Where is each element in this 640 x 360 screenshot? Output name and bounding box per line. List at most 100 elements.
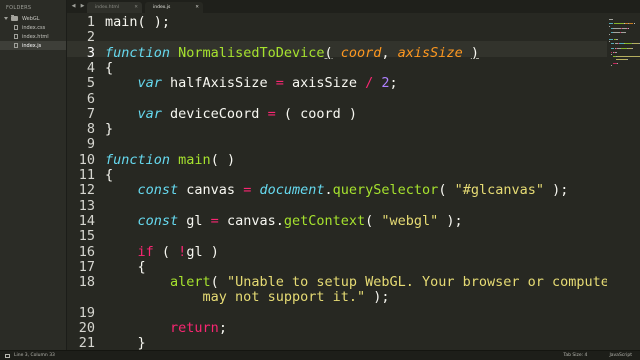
code-token: NormalisedToDevice <box>178 44 325 61</box>
code-line[interactable]: { <box>105 259 146 275</box>
tab-label: index.js <box>153 5 171 10</box>
tab-index-html[interactable]: index.html ✕ <box>87 2 142 13</box>
line-number: 16 <box>78 243 95 260</box>
minimap-token <box>609 38 614 40</box>
code-line[interactable]: may not support it." ); <box>105 289 390 305</box>
code-line[interactable]: alert( "Unable to setup WebGL. Your brow… <box>105 274 607 290</box>
code-line[interactable]: const canvas = document.querySelector( "… <box>105 182 569 199</box>
line-number: 11 <box>78 167 95 183</box>
file-label: index.css <box>22 24 46 31</box>
code-token: halfAxisSize <box>161 75 276 92</box>
tab-index-js[interactable]: index.js ✕ <box>145 2 203 13</box>
chevron-down-icon[interactable] <box>4 17 8 20</box>
code-line[interactable]: } <box>105 121 113 137</box>
line-number: 19 <box>78 304 95 321</box>
code-editor[interactable]: 1 2 3 4 5 6 7 8 9 10 11 12 13 14 15 16 17 18 19 20 21 main( … <box>67 13 607 350</box>
chevron-right-icon[interactable]: ▶ <box>79 2 86 10</box>
code-token: gl ) <box>186 243 219 260</box>
line-number: 15 <box>78 228 95 245</box>
code-token: gl <box>178 212 211 229</box>
code-token: var <box>137 105 162 122</box>
minimap-token <box>609 23 614 25</box>
minimap-token <box>613 27 621 29</box>
code-token: "Unable to setup WebGL. Your browser or … <box>226 274 607 291</box>
folder-icon <box>11 15 18 21</box>
code-token: alert <box>170 274 211 291</box>
code-line[interactable]: function NormalisedToDevice( coord, axis… <box>105 45 479 61</box>
code-line[interactable]: function main( ) <box>105 152 235 168</box>
code-line[interactable]: const gl = canvas.getContext( "webgl" ); <box>105 213 463 229</box>
tab-nav: ◀ ▶ <box>70 2 86 10</box>
code-line[interactable]: } <box>105 335 146 350</box>
line-number: 6 <box>86 90 95 107</box>
code-token: function <box>105 151 171 168</box>
code-token: axisSize <box>283 75 366 92</box>
file-icon <box>14 25 18 30</box>
minimap-token <box>609 41 610 42</box>
code-line[interactable]: { <box>105 60 113 76</box>
line-number: 17 <box>78 258 95 275</box>
code-token: if <box>137 243 154 260</box>
code-token: , <box>381 44 398 61</box>
code-token: "#glcanvas" <box>454 182 544 199</box>
minimap-token <box>624 43 632 45</box>
code-token: { <box>105 59 114 76</box>
minimap-token <box>627 58 629 60</box>
code-token: ( <box>324 44 333 61</box>
minimap-token <box>633 23 635 25</box>
line-number: 18 <box>78 274 95 291</box>
tab-bar: ◀ ▶ index.html ✕ index.js ✕ <box>67 0 640 13</box>
syntax-mode[interactable]: JavaScript <box>609 353 632 358</box>
code-line[interactable]: if ( !gl ) <box>105 244 219 260</box>
minimap-token <box>609 34 610 36</box>
code-line[interactable]: return; <box>105 320 227 336</box>
code-token: ( <box>153 243 179 260</box>
tab-size[interactable]: Tab Size: 4 <box>563 353 587 358</box>
file-icon <box>14 34 18 39</box>
code-token: ( <box>438 182 455 199</box>
code-token: ); <box>438 212 463 229</box>
sidebar: FOLDERS WebGL index.css index.html index… <box>0 0 67 350</box>
line-number: 2 <box>86 29 95 46</box>
sidebar-file-index-css[interactable]: index.css <box>0 23 66 32</box>
code-token: ); <box>365 289 390 306</box>
code-token: { <box>105 167 114 183</box>
code-line[interactable]: { <box>105 167 113 183</box>
panel-toggle-icon[interactable] <box>5 353 10 358</box>
sidebar-file-index-html[interactable]: index.html <box>0 32 66 41</box>
code-token: ) <box>470 44 479 61</box>
minimap-token <box>609 19 614 20</box>
line-number: 3 <box>86 44 95 61</box>
code-token: var <box>137 75 162 92</box>
minimap-token <box>627 47 632 49</box>
sidebar-file-index-js[interactable]: index.js <box>0 41 66 50</box>
close-icon[interactable]: ✕ <box>195 5 199 10</box>
folder-webgl[interactable]: WebGL <box>0 14 66 23</box>
line-number: 13 <box>78 197 95 214</box>
minimap[interactable] <box>607 13 640 350</box>
code-token: getContext <box>283 212 366 229</box>
code-area[interactable]: main( ); function NormalisedToDevice( coo… <box>105 13 607 350</box>
code-line[interactable]: var deviceCoord = ( coord ) <box>105 106 357 122</box>
code-line[interactable]: main( ); <box>105 14 170 30</box>
code-token: ; <box>389 75 398 92</box>
minimap-token <box>614 52 617 53</box>
code-token: deviceCoord <box>161 105 268 122</box>
code-token: function <box>105 44 171 61</box>
close-icon[interactable]: ✕ <box>134 5 138 10</box>
minimap-token <box>628 27 629 29</box>
code-token: querySelector <box>332 182 439 199</box>
code-token: } <box>105 335 146 350</box>
tab-label: index.html <box>95 5 119 10</box>
line-number: 4 <box>86 59 95 76</box>
code-line[interactable]: var halfAxisSize = axisSize / 2; <box>105 75 398 91</box>
code-token: . <box>324 182 333 199</box>
chevron-left-icon[interactable]: ◀ <box>70 2 77 10</box>
